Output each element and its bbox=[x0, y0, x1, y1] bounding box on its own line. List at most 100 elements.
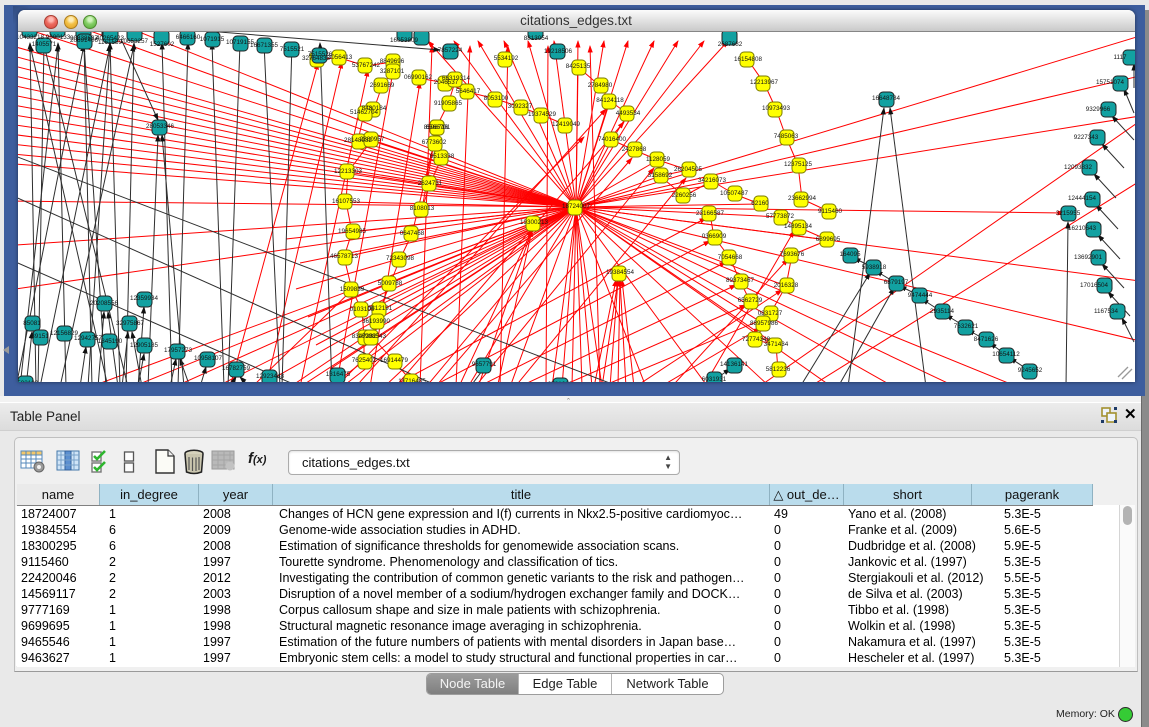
svg-text:53767242: 53767242 bbox=[351, 62, 380, 69]
svg-text:5812236: 5812236 bbox=[765, 366, 790, 373]
svg-text:06990162: 06990162 bbox=[403, 74, 432, 81]
svg-text:12444154: 12444154 bbox=[1067, 195, 1096, 202]
svg-text:0366909: 0366909 bbox=[701, 233, 726, 240]
svg-text:3092327: 3092327 bbox=[507, 103, 532, 110]
svg-text:0781618: 0781618 bbox=[547, 381, 572, 382]
svg-text:6773602: 6773602 bbox=[421, 139, 446, 146]
svg-text:2624731: 2624731 bbox=[417, 180, 442, 187]
svg-text:10654112: 10654112 bbox=[992, 351, 1020, 358]
svg-text:23166587: 23166587 bbox=[695, 210, 724, 217]
svg-text:7054668: 7054668 bbox=[717, 254, 742, 261]
svg-text:9474444: 9474444 bbox=[907, 292, 932, 299]
svg-text:26204505: 26204505 bbox=[673, 166, 702, 173]
svg-text:0812191: 0812191 bbox=[367, 305, 392, 312]
svg-text:7515526: 7515526 bbox=[307, 51, 332, 58]
svg-text:16154808: 16154808 bbox=[733, 56, 762, 63]
svg-text:2691669: 2691669 bbox=[369, 82, 394, 89]
svg-text:2427868: 2427868 bbox=[621, 146, 646, 153]
svg-text:1509839: 1509839 bbox=[339, 286, 364, 293]
svg-text:16998543: 16998543 bbox=[357, 333, 386, 340]
svg-text:8471626: 8471626 bbox=[973, 336, 998, 343]
svg-text:8849696: 8849696 bbox=[379, 58, 404, 65]
svg-text:4493534: 4493534 bbox=[615, 110, 640, 117]
svg-text:5534192: 5534192 bbox=[493, 55, 518, 62]
svg-text:16914479: 16914479 bbox=[379, 357, 408, 364]
svg-text:16782759: 16782759 bbox=[221, 365, 250, 372]
svg-text:9657791: 9657791 bbox=[471, 361, 496, 368]
svg-text:1527602: 1527602 bbox=[149, 41, 174, 48]
svg-text:7515521: 7515521 bbox=[279, 46, 304, 53]
svg-text:19300213: 19300213 bbox=[519, 219, 548, 226]
svg-text:7625402: 7625402 bbox=[351, 357, 376, 364]
svg-text:2016328: 2016328 bbox=[773, 282, 798, 289]
svg-text:17016504: 17016504 bbox=[1079, 282, 1108, 289]
svg-text:15751074: 15751074 bbox=[1095, 79, 1124, 86]
svg-text:0831727: 0831727 bbox=[757, 310, 782, 317]
svg-text:16053809: 16053809 bbox=[389, 37, 418, 44]
svg-text:2880957: 2880957 bbox=[359, 136, 384, 143]
svg-text:1128059: 1128059 bbox=[645, 156, 670, 163]
svg-text:3471434: 3471434 bbox=[763, 341, 788, 348]
svg-text:12419049: 12419049 bbox=[551, 121, 580, 128]
svg-text:16210643: 16210643 bbox=[1067, 225, 1096, 232]
svg-text:1117: 1117 bbox=[1113, 54, 1127, 61]
svg-text:8506716: 8506716 bbox=[423, 124, 448, 131]
svg-text:10507487: 10507487 bbox=[719, 190, 748, 197]
svg-text:10653257: 10653257 bbox=[119, 38, 148, 45]
svg-text:1167534: 1167534 bbox=[1093, 308, 1118, 315]
svg-text:85081: 85081 bbox=[23, 320, 41, 327]
svg-text:16107553: 16107553 bbox=[331, 198, 360, 205]
svg-text:1071915: 1071915 bbox=[199, 36, 224, 43]
svg-text:12093832: 12093832 bbox=[1063, 164, 1092, 171]
svg-text:57773872: 57773872 bbox=[765, 213, 794, 220]
svg-text:9115460: 9115460 bbox=[817, 208, 842, 215]
svg-text:10433218: 10433218 bbox=[18, 34, 44, 41]
svg-text:12905185: 12905185 bbox=[129, 342, 158, 349]
svg-text:12213303: 12213303 bbox=[333, 168, 362, 175]
svg-text:2687682: 2687682 bbox=[717, 41, 742, 48]
svg-text:51462704: 51462704 bbox=[349, 109, 378, 116]
svg-text:12923448: 12923448 bbox=[255, 373, 284, 380]
svg-text:6031931: 6031931 bbox=[701, 376, 726, 382]
svg-text:88957986: 88957986 bbox=[749, 320, 778, 327]
svg-text:3215955: 3215955 bbox=[1055, 210, 1080, 217]
svg-text:7485063: 7485063 bbox=[773, 133, 798, 140]
svg-text:3287101: 3287101 bbox=[379, 68, 404, 75]
svg-text:3158692: 3158692 bbox=[647, 172, 672, 179]
svg-text:66319314: 66319314 bbox=[441, 75, 470, 82]
svg-text:39151: 39151 bbox=[31, 333, 49, 340]
svg-text:10973493: 10973493 bbox=[761, 105, 790, 112]
svg-text:32975867: 32975867 bbox=[115, 320, 144, 327]
svg-text:9600133: 9600133 bbox=[45, 34, 70, 41]
svg-text:10958107: 10958107 bbox=[193, 355, 222, 362]
svg-text:2784980: 2784980 bbox=[587, 82, 612, 89]
svg-text:62160: 62160 bbox=[751, 200, 769, 207]
svg-text:46578713: 46578713 bbox=[329, 253, 358, 260]
svg-text:16648784: 16648784 bbox=[871, 95, 900, 102]
svg-text:7632621: 7632621 bbox=[953, 323, 978, 330]
svg-text:5938918: 5938918 bbox=[861, 264, 886, 271]
svg-text:8425135: 8425135 bbox=[565, 63, 590, 70]
svg-text:23662994: 23662994 bbox=[787, 195, 816, 202]
svg-text:9245652: 9245652 bbox=[1017, 367, 1042, 374]
svg-text:164095: 164095 bbox=[839, 251, 861, 258]
svg-text:91905865: 91905865 bbox=[433, 100, 462, 107]
svg-text:0647468: 0647468 bbox=[399, 230, 424, 237]
svg-text:5009788: 5009788 bbox=[377, 280, 402, 287]
svg-text:5646417: 5646417 bbox=[455, 88, 480, 95]
svg-text:34216073: 34216073 bbox=[697, 177, 726, 184]
svg-text:8813054: 8813054 bbox=[523, 35, 548, 42]
svg-text:6562729: 6562729 bbox=[737, 297, 762, 304]
svg-text:11716485: 11716485 bbox=[398, 378, 426, 382]
svg-text:74016400: 74016400 bbox=[597, 136, 626, 143]
svg-text:14136141: 14136141 bbox=[719, 361, 748, 368]
svg-text:6513338: 6513338 bbox=[429, 153, 454, 160]
svg-text:16671355: 16671355 bbox=[249, 42, 278, 49]
svg-text:2935114: 2935114 bbox=[929, 308, 954, 315]
svg-text:19384554: 19384554 bbox=[605, 269, 634, 276]
svg-text:28053346: 28053346 bbox=[145, 123, 174, 130]
svg-text:36193990: 36193990 bbox=[361, 318, 390, 325]
svg-text:19654985: 19654985 bbox=[337, 228, 366, 235]
svg-text:9593103: 9593103 bbox=[18, 380, 39, 382]
svg-text:14895134: 14895134 bbox=[783, 223, 812, 230]
